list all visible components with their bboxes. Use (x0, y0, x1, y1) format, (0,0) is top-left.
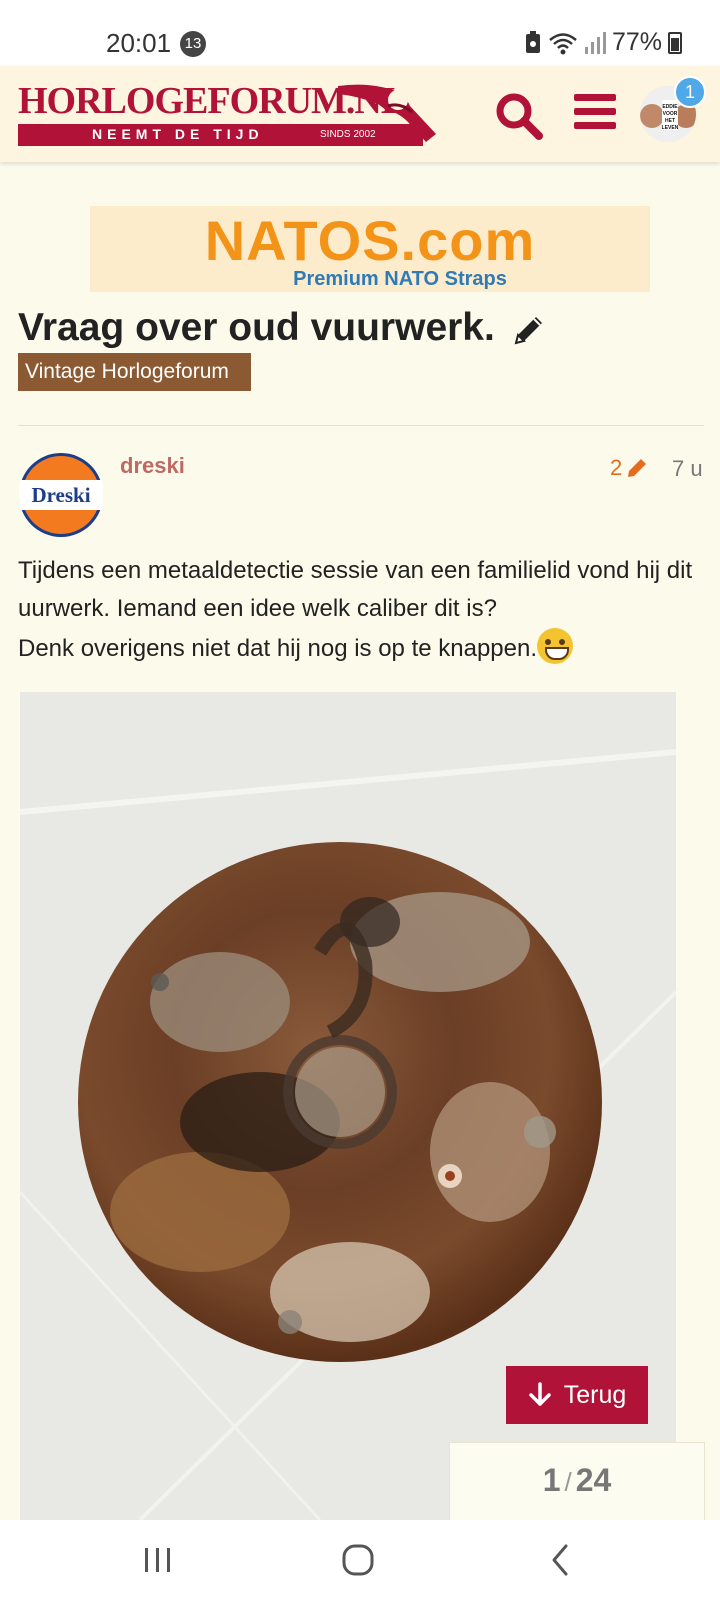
topic-title-text: Vraag over oud vuurwerk. (18, 306, 495, 349)
progress-current: 1 (542, 1462, 561, 1498)
edit-title-pencil-icon[interactable] (512, 313, 546, 347)
battery-percentage: 77% (611, 28, 662, 56)
status-icons: 77% (524, 28, 682, 57)
post-username[interactable]: dreski (120, 453, 185, 479)
svg-text:VOOR: VOOR (663, 111, 678, 117)
grinning-face-emoji (537, 628, 574, 664)
recent-apps-icon[interactable] (136, 1538, 180, 1582)
topic-title: Vraag over oud vuurwerk. (18, 306, 546, 350)
battery-icon (668, 31, 682, 54)
post-author-avatar[interactable]: Dreski (18, 452, 104, 538)
status-bar: 20:01 13 77% (0, 0, 720, 66)
ad-banner[interactable]: NATOS.com Premium NATO Straps (90, 206, 650, 292)
menu-icon[interactable] (574, 94, 616, 134)
dreski-logo: Dreski (19, 453, 103, 537)
edit-pencil-icon (628, 459, 647, 477)
divider (18, 425, 704, 426)
battery-saver-icon (525, 30, 540, 53)
site-logo[interactable]: HORLOGEFORUM.NL NEEMT DE TIJD SINDS 2002 (18, 80, 436, 150)
topic-progress[interactable]: 1/24 (449, 1442, 705, 1520)
logo-bird-icon (338, 84, 436, 142)
post-body: Tijdens een metaaldetectie sessie van ee… (18, 552, 708, 668)
progress-total: 24 (575, 1462, 612, 1498)
site-header: HORLOGEFORUM.NL NEEMT DE TIJD SINDS 2002… (0, 66, 720, 162)
post-edit-history[interactable]: 2 (610, 455, 648, 481)
edit-count: 2 (610, 455, 623, 480)
svg-text:LEVEN: LEVEN (662, 125, 679, 131)
notification-count-badge: 13 (180, 31, 206, 57)
svg-text:HET: HET (665, 118, 675, 124)
progress-separator: / (564, 1467, 572, 1497)
banner-subtitle: Premium NATO Straps (293, 268, 507, 290)
post-text-line2: Denk overigens niet dat hij nog is op te… (18, 628, 708, 668)
avatar-text: Dreski (31, 483, 90, 507)
category-badge[interactable]: Vintage Horlogeforum (18, 353, 251, 391)
post-text-line2-text: Denk overigens niet dat hij nog is op te… (18, 635, 538, 662)
notification-badge[interactable]: 1 (674, 76, 706, 108)
signal-icon (584, 31, 606, 54)
back-icon[interactable] (538, 1538, 582, 1582)
system-nav-bar (0, 1520, 720, 1600)
home-icon[interactable] (336, 1538, 380, 1582)
logo-tagline: NEEMT DE TIJD (92, 126, 264, 142)
post-text-line1: Tijdens een metaaldetectie sessie van ee… (18, 557, 693, 622)
wifi-icon (549, 32, 577, 54)
post-age[interactable]: 7 u (672, 456, 703, 482)
search-icon[interactable] (494, 91, 544, 141)
svg-text:EDDIE: EDDIE (662, 104, 678, 110)
status-time: 20:01 (106, 28, 172, 58)
back-button[interactable]: Terug (506, 1366, 648, 1424)
arrow-down-icon (528, 1382, 551, 1406)
back-button-label: Terug (563, 1380, 627, 1409)
banner-brand: NATOS.com (204, 209, 536, 272)
